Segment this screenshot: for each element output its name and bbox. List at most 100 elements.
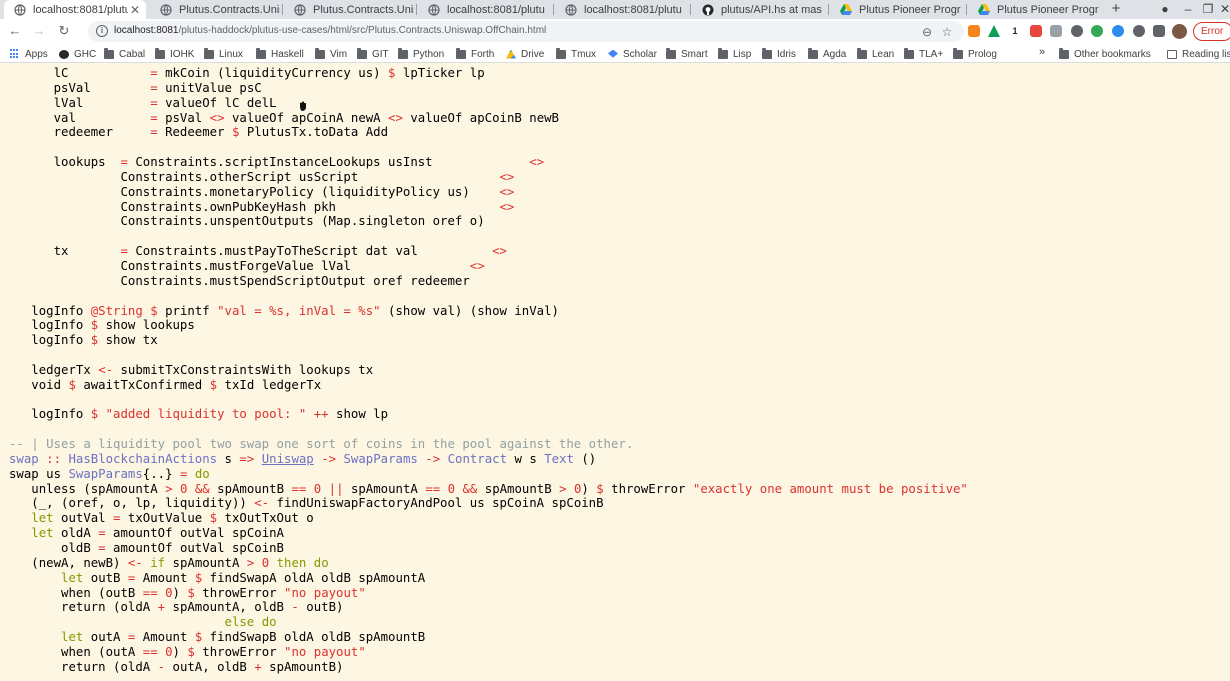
code-token: "no payout" <box>284 644 366 659</box>
extension-icon-f[interactable] <box>1133 25 1145 37</box>
tab-separator <box>966 4 967 15</box>
code-token: txOutValue <box>120 511 210 526</box>
code-token: s <box>217 451 240 466</box>
close-tab-icon[interactable]: ✕ <box>128 3 142 17</box>
code-token: mkCoin (liquidityCurrency us) <box>157 66 389 80</box>
extension-icon-b[interactable] <box>1050 25 1062 37</box>
back-button[interactable]: ← <box>6 22 24 40</box>
code-token: $ <box>209 377 218 392</box>
bookmark-scholar[interactable]: Scholar <box>608 47 657 61</box>
code-token: <> <box>209 110 225 125</box>
code-token: (newA, newB) <box>9 555 128 570</box>
site-info-icon[interactable]: i <box>96 25 108 37</box>
code-token: redeemer <box>9 125 151 140</box>
folder-icon <box>456 47 466 59</box>
folder-icon <box>857 47 867 59</box>
tab-2[interactable]: Plutus.Contracts.Unis <box>284 0 414 19</box>
tab-6[interactable]: Plutus Pioneer Progr <box>830 0 964 19</box>
code-token: spAmountB <box>209 481 292 496</box>
reload-button[interactable]: ↻ <box>55 22 73 40</box>
puzzle-piece-icon[interactable] <box>1153 25 1165 37</box>
bookmark-prolog[interactable]: Prolog <box>953 47 997 61</box>
code-token: "val = %s, inVal = %s" <box>217 303 381 318</box>
bookmark-reading-list[interactable]: Reading lis <box>1167 47 1230 61</box>
code-token: logInfo <box>9 318 91 333</box>
bookmarks-overflow-button[interactable]: » <box>1039 46 1045 58</box>
bookmark-vim[interactable]: Vim <box>315 47 347 61</box>
bookmark-other-bookmarks[interactable]: Other bookmarks <box>1059 47 1151 61</box>
code-token: PlutusTx.toData Add <box>239 125 389 140</box>
tab-0[interactable]: localhost:8081/plutu ✕ <box>4 0 146 19</box>
bookmark-apps[interactable]: Apps <box>10 47 48 61</box>
extension-icon-c[interactable] <box>1071 25 1083 37</box>
bookmark-agda[interactable]: Agda <box>808 47 846 61</box>
forward-button[interactable]: → <box>30 22 48 40</box>
code-token: spAmountA <box>343 481 426 496</box>
folder-icon <box>953 47 963 59</box>
bookmark-tla[interactable]: TLA+ <box>904 47 943 61</box>
folder-icon <box>808 47 818 59</box>
bookmark-git[interactable]: GIT <box>357 47 389 61</box>
bookmark-iohk[interactable]: IOHK <box>155 47 194 61</box>
bookmark-label: Idris <box>777 48 796 60</box>
bookmark-forth[interactable]: Forth <box>456 47 494 61</box>
extension-icon-a[interactable] <box>1030 25 1042 37</box>
avatar[interactable] <box>1172 24 1187 39</box>
error-button[interactable]: Error <box>1193 22 1230 41</box>
code-line: swap us SwapParams{..} = do <box>9 467 968 482</box>
code-token: else <box>224 615 255 630</box>
bookmark-ghc[interactable]: GHC <box>59 47 96 61</box>
close-window-button[interactable]: ✕ <box>1215 0 1230 19</box>
record-icon[interactable]: ● <box>1155 0 1175 19</box>
extension-icon-e[interactable] <box>1112 25 1124 37</box>
bookmark-lisp[interactable]: Lisp <box>718 47 751 61</box>
bookmark-drive[interactable]: Drive <box>506 47 544 61</box>
code-token: valueOf apCoinB newB <box>402 110 559 125</box>
tab-1[interactable]: Plutus.Contracts.Unis <box>150 0 280 19</box>
tab-5[interactable]: plutus/API.hs at mas <box>692 0 826 19</box>
bookmark-linux[interactable]: Linux <box>204 47 243 61</box>
bookmark-python[interactable]: Python <box>398 47 444 61</box>
code-token: then <box>276 555 307 570</box>
url-text[interactable]: localhost:8081/plutus-haddock/plutus-use… <box>114 25 546 36</box>
code-token: return (oldA <box>9 659 158 674</box>
bookmarks-bar: Apps GHC Cabal IOHK Linux Haskell Vim GI… <box>0 44 1230 63</box>
minimize-button[interactable]: – <box>1178 0 1198 19</box>
one-extension-icon[interactable]: 1 <box>1009 25 1021 37</box>
drive-extension-icon[interactable] <box>988 25 1000 37</box>
bookmark-lean[interactable]: Lean <box>857 47 894 61</box>
folder-icon <box>1059 47 1069 59</box>
globe-icon <box>294 3 306 16</box>
metamask-icon[interactable] <box>968 25 980 37</box>
bookmark-cabal[interactable]: Cabal <box>104 47 145 61</box>
bookmark-tmux[interactable]: Tmux <box>556 47 596 61</box>
bookmark-label: IOHK <box>170 48 195 60</box>
tab-3[interactable]: localhost:8081/plutu <box>418 0 551 19</box>
bookmark-haskell[interactable]: Haskell <box>256 47 304 61</box>
code-token: :: <box>38 451 69 466</box>
code-token: throwError <box>603 481 693 496</box>
folder-icon <box>315 47 325 59</box>
code-token: return (oldA <box>9 600 158 615</box>
reading-list-icon <box>1167 49 1177 59</box>
bookmark-label: Reading lis <box>1182 48 1230 60</box>
tab-separator <box>828 4 829 15</box>
code-line: Constraints.unspentOutputs (Map.singleto… <box>9 214 968 229</box>
code-token: Text <box>544 451 574 466</box>
code-token: outVal <box>53 511 114 526</box>
extension-icon-d[interactable] <box>1091 25 1103 37</box>
tab-4[interactable]: localhost:8081/plutu <box>555 0 688 19</box>
code-line: psVal = unitValue psC <box>9 81 968 96</box>
address-bar[interactable]: i localhost:8081/plutus-haddock/plutus-u… <box>88 21 964 42</box>
bookmark-smart[interactable]: Smart <box>666 47 708 61</box>
tab-7[interactable]: Plutus Pioneer Progr <box>968 0 1102 19</box>
new-tab-button[interactable]: + <box>1108 0 1124 19</box>
bookmark-star-icon[interactable]: ☆ <box>940 25 954 39</box>
zoom-icon[interactable]: ⊖ <box>920 25 934 39</box>
bookmark-idris[interactable]: Idris <box>762 47 796 61</box>
code-line: let outA = Amount $ findSwapB oldA oldB … <box>9 630 968 645</box>
